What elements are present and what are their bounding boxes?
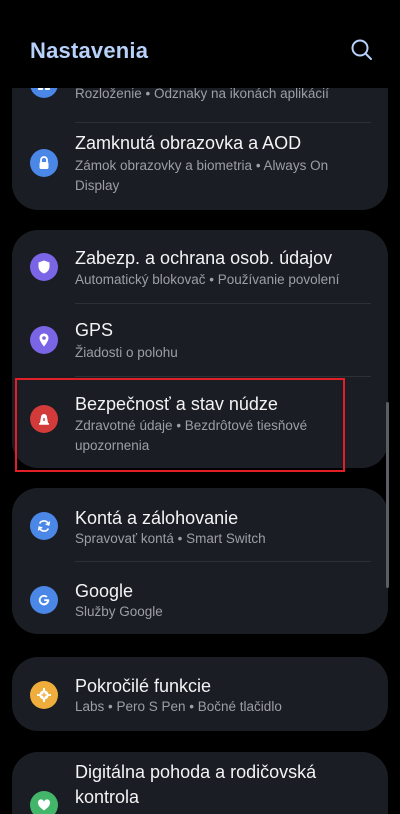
settings-item-security[interactable]: Zabezp. a ochrana osob. údajov Automatic… [12, 230, 388, 303]
page-title: Nastavenia [30, 38, 149, 63]
advanced-subtitle: Labs • Pero S Pen • Bočné tlačidlo [75, 699, 282, 714]
security-subtitle: Automatický blokovač • Používanie povole… [75, 272, 340, 287]
settings-item-lock-screen[interactable]: Zamknutá obrazovka a AOD Zámok obrazovky… [12, 123, 388, 210]
accounts-title: Kontá a zálohovanie [75, 508, 239, 528]
shield-icon [30, 253, 58, 281]
settings-item-gps[interactable]: GPS Žiadosti o polohu [12, 304, 388, 376]
advanced-title: Pokročilé funkcie [75, 676, 212, 696]
card-wellbeing: Digitálna pohoda a rodičovská kontrola [12, 752, 388, 814]
lock-icon [30, 149, 58, 177]
lock-screen-title: Zamknutá obrazovka a AOD [75, 133, 302, 153]
settings-item-wellbeing[interactable]: Digitálna pohoda a rodičovská kontrola [12, 752, 388, 814]
lock-screen-subtitle: Zámok obrazovky a biometria • Always On … [75, 158, 329, 193]
highlight-box [15, 378, 345, 472]
settings-item-accounts[interactable]: Kontá a zálohovanie Spravovať kontá • Sm… [12, 488, 388, 561]
sync-icon [30, 512, 58, 540]
google-icon [30, 586, 58, 614]
location-pin-icon [30, 326, 58, 354]
search-icon [351, 39, 372, 60]
app-header: Nastavenia [0, 0, 400, 88]
accounts-subtitle: Spravovať kontá • Smart Switch [75, 531, 266, 546]
card-advanced: Pokročilé funkcie Labs • Pero S Pen • Bo… [12, 657, 388, 731]
google-subtitle: Služby Google [75, 604, 163, 619]
search-button[interactable] [348, 36, 376, 64]
heart-icon [30, 791, 58, 814]
settings-item-google[interactable]: Google Služby Google [12, 562, 388, 634]
gps-title: GPS [75, 320, 114, 340]
wellbeing-title: Digitálna pohoda a rodičovská kontrola [75, 762, 317, 807]
security-title: Zabezp. a ochrana osob. údajov [75, 248, 333, 268]
card-accounts: Kontá a zálohovanie Spravovať kontá • Sm… [12, 488, 388, 634]
gps-subtitle: Žiadosti o polohu [75, 345, 178, 360]
google-title: Google [75, 581, 134, 601]
gear-plus-icon [30, 681, 58, 709]
settings-item-advanced[interactable]: Pokročilé funkcie Labs • Pero S Pen • Bo… [12, 657, 388, 731]
scrollbar[interactable] [386, 402, 389, 588]
